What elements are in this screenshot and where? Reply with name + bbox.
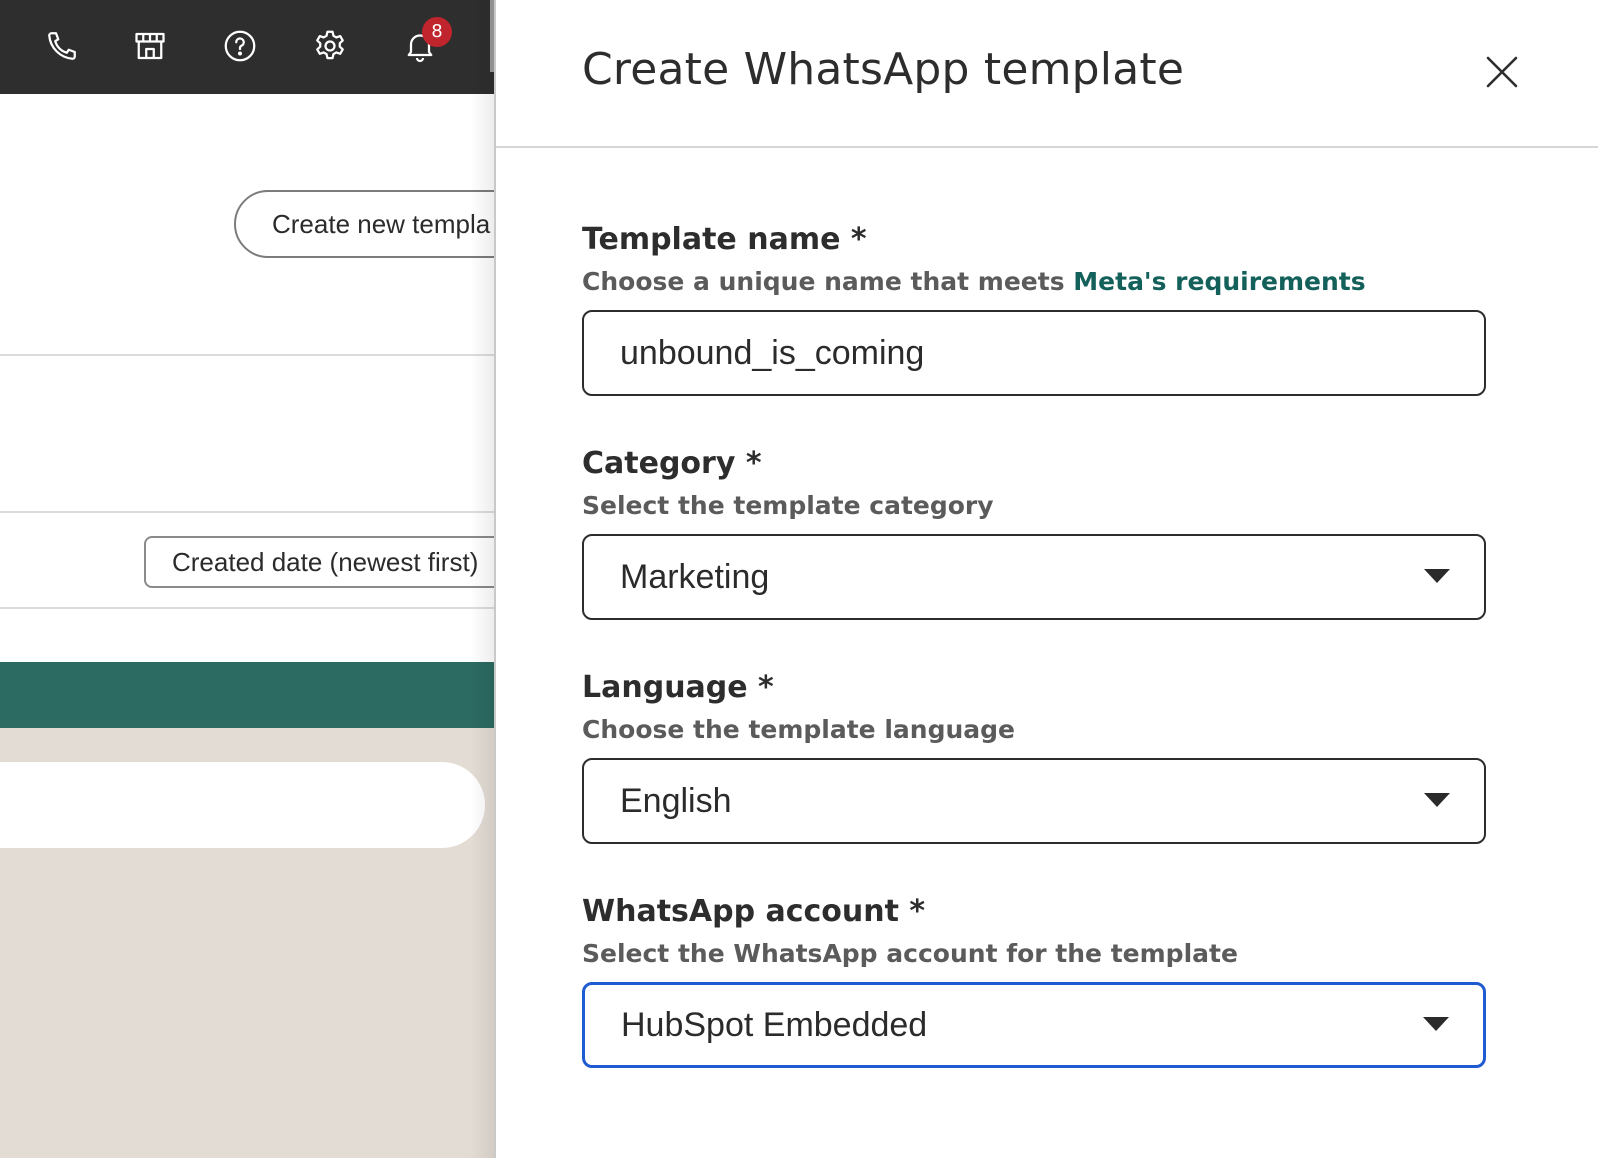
- language-label: Language *: [582, 670, 774, 705]
- panel-header: Create WhatsApp template: [496, 0, 1598, 148]
- create-template-panel: Create WhatsApp template Template name *…: [494, 0, 1598, 1158]
- whatsapp-account-selected-value: HubSpot Embedded: [621, 1005, 928, 1044]
- template-name-help-text: Choose a unique name that meets: [582, 267, 1074, 296]
- top-navigation-bar: 8: [0, 0, 494, 94]
- template-name-field: Template name * Choose a unique name tha…: [582, 222, 1486, 396]
- preview-message-card: [0, 762, 485, 848]
- divider: [0, 354, 494, 356]
- panel-title: Create WhatsApp template: [582, 44, 1185, 95]
- preview-header-bar: [0, 662, 494, 728]
- panel-shadow: [470, 0, 494, 1158]
- divider: [0, 607, 494, 609]
- template-name-label: Template name *: [582, 222, 867, 257]
- store-icon[interactable]: [128, 24, 172, 68]
- language-field: Language * Choose the template language …: [582, 670, 1486, 844]
- template-name-input[interactable]: [584, 323, 1440, 383]
- meta-requirements-link[interactable]: Meta's requirements: [1073, 267, 1365, 296]
- language-selected-value: English: [620, 781, 732, 820]
- template-name-help: Choose a unique name that meets Meta's r…: [582, 267, 1486, 296]
- whatsapp-account-help: Select the WhatsApp account for the temp…: [582, 939, 1238, 968]
- whatsapp-account-field: WhatsApp account * Select the WhatsApp a…: [582, 894, 1486, 1068]
- notification-badge: 8: [422, 17, 452, 47]
- phone-icon[interactable]: [40, 24, 84, 68]
- divider: [0, 511, 494, 513]
- close-button[interactable]: [1480, 50, 1524, 94]
- chevron-down-icon: [1424, 569, 1450, 583]
- category-help: Select the template category: [582, 491, 994, 520]
- help-icon[interactable]: [218, 24, 262, 68]
- create-new-template-button[interactable]: Create new templa: [234, 190, 494, 258]
- language-select[interactable]: English: [582, 758, 1486, 844]
- close-icon: [1486, 56, 1518, 88]
- whatsapp-account-select[interactable]: HubSpot Embedded: [582, 982, 1486, 1068]
- chevron-down-icon: [1424, 793, 1450, 807]
- category-label: Category *: [582, 446, 762, 481]
- sort-dropdown[interactable]: Created date (newest first): [144, 536, 494, 588]
- template-name-input-box[interactable]: [582, 310, 1486, 396]
- chevron-down-icon: [1423, 1017, 1449, 1031]
- settings-icon[interactable]: [308, 24, 352, 68]
- language-help: Choose the template language: [582, 715, 1015, 744]
- category-select[interactable]: Marketing: [582, 534, 1486, 620]
- whatsapp-account-label: WhatsApp account *: [582, 894, 926, 929]
- category-field: Category * Select the template category …: [582, 446, 1486, 620]
- category-selected-value: Marketing: [620, 557, 770, 596]
- background-app: 8 Create new templa Created date (newest…: [0, 0, 494, 1158]
